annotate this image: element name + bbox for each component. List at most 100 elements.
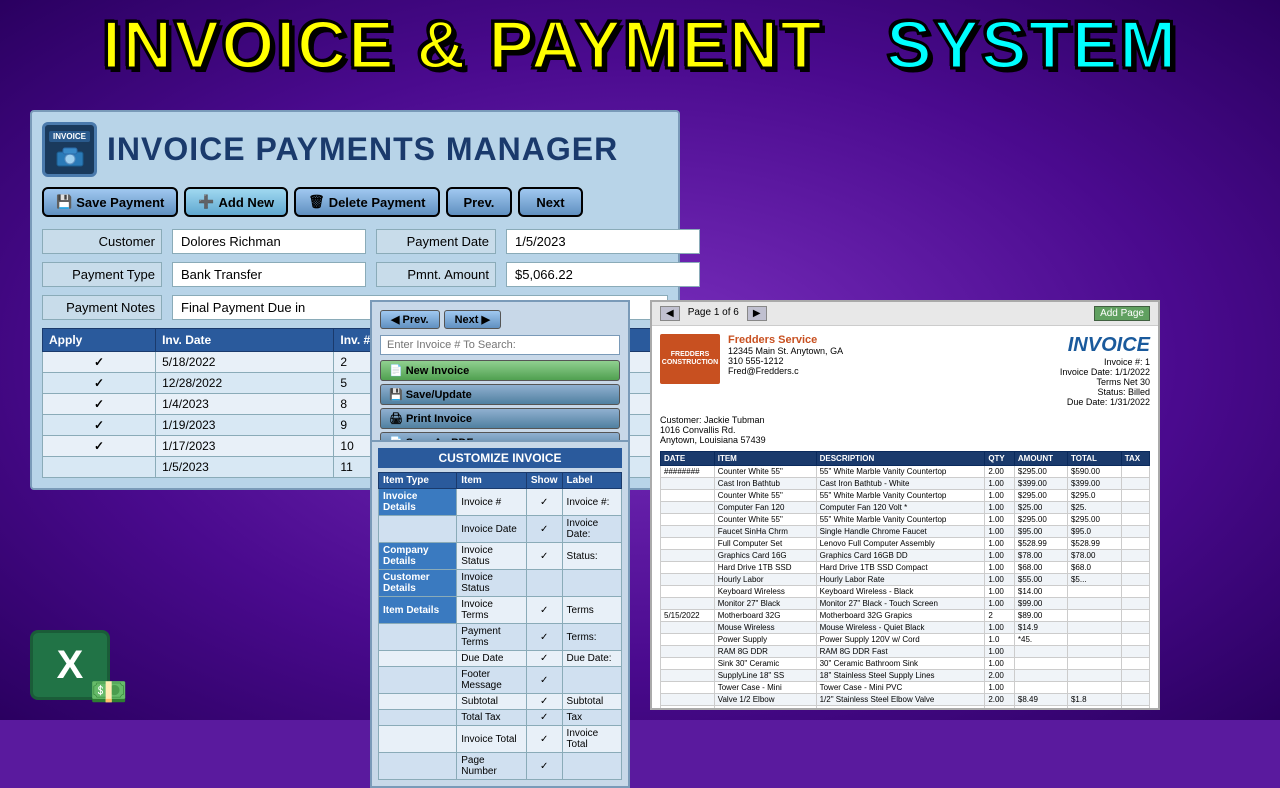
li-item: Full Computer Set <box>714 538 816 550</box>
invoice-search-input[interactable] <box>380 335 620 355</box>
li-date <box>661 526 715 538</box>
line-item-row: Counter White 55" 55" White Marble Vanit… <box>661 490 1150 502</box>
new-invoice-button[interactable]: 📄 New Invoice <box>380 360 620 381</box>
li-item: Counter White 55" <box>714 466 816 478</box>
col-item: Item <box>457 473 527 489</box>
li-desc: Motherboard 32G Grapics <box>816 610 985 622</box>
li-qty: 2 <box>985 610 1015 622</box>
customer-block: Customer: Jackie Tubman 1016 Convallis R… <box>660 415 1150 445</box>
customize-row: Footer Message ✓ <box>379 667 622 694</box>
next-button[interactable]: Next <box>518 187 582 217</box>
li-item: Motherboard 32G <box>714 610 816 622</box>
cust-item-cell: Invoice Total <box>457 726 527 753</box>
customize-row: Page Number ✓ <box>379 753 622 780</box>
inv-status-val: Billed <box>1128 387 1150 397</box>
line-item-row: Tower Case - Mini Tower Case - Mini PVC … <box>661 682 1150 694</box>
li-qty: 1.00 <box>985 526 1015 538</box>
save-update-button[interactable]: 💾 Save/Update <box>380 384 620 405</box>
cust-item-cell: Page Number <box>457 753 527 780</box>
li-total <box>1067 622 1121 634</box>
li-desc: Mouse Wireless - Quiet Black <box>816 622 985 634</box>
pmnt-amount-input[interactable] <box>506 262 700 287</box>
money-icon: 💵 <box>90 675 127 710</box>
li-amount <box>1014 670 1067 682</box>
li-date <box>661 670 715 682</box>
li-tax <box>1121 682 1149 694</box>
payment-notes-label: Payment Notes <box>42 295 162 320</box>
new-invoice-label: New Invoice <box>406 365 470 377</box>
li-qty: 1.00 <box>985 706 1015 711</box>
li-item: Keyboard Wireless <box>714 586 816 598</box>
li-tax <box>1121 514 1149 526</box>
prev-button[interactable]: Prev. <box>446 187 513 217</box>
cust-item-cell: Total Tax <box>457 710 527 726</box>
customer-label: Customer <box>42 229 162 254</box>
add-page-button[interactable]: Add Page <box>1094 306 1150 321</box>
new-invoice-icon: 📄 <box>389 364 403 377</box>
li-date: 5/15/2022 <box>661 610 715 622</box>
cust-type-cell: Invoice Details <box>379 489 457 516</box>
li-amount: $14.9 <box>1014 622 1067 634</box>
line-item-row: Valve 1/2 Elbow 1/2" Stainless Steel Elb… <box>661 694 1150 706</box>
li-desc: Graphics Card 16GB DD <box>816 550 985 562</box>
line-item-row: ######## Counter White 55" 55" White Mar… <box>661 466 1150 478</box>
li-item: Faucet SinHa Chrm <box>714 526 816 538</box>
customer-label-doc: Customer: Jackie Tubman <box>660 415 1150 425</box>
li-total: $5... <box>1067 574 1121 586</box>
line-item-row: Graphics Card 16G Graphics Card 16GB DD … <box>661 550 1150 562</box>
print-invoice-button[interactable]: 🖨 Print Invoice <box>380 408 620 429</box>
inv-status-label: Status: <box>1097 387 1125 397</box>
doc-next-button[interactable]: ▶ <box>747 306 767 321</box>
cust-type-cell <box>379 624 457 651</box>
customer-input[interactable] <box>172 229 366 254</box>
li-tax <box>1121 598 1149 610</box>
cust-type-cell <box>379 710 457 726</box>
cust-label-cell <box>562 753 621 780</box>
li-qty: 2.00 <box>985 694 1015 706</box>
col-show: Show <box>526 473 562 489</box>
inv-status-detail: Status: Billed <box>1060 387 1150 397</box>
line-item-row: 5/15/2022 Motherboard 32G Motherboard 32… <box>661 610 1150 622</box>
li-date <box>661 598 715 610</box>
li-desc: 55" White Marble Vanity Countertop <box>816 514 985 526</box>
line-item-row: Hourly Labor Hourly Labor Rate 1.00 $55.… <box>661 574 1150 586</box>
li-amount: $8.49 <box>1014 694 1067 706</box>
excel-x-icon: X <box>57 643 84 688</box>
inv-terms-val: Net 30 <box>1123 377 1150 387</box>
customize-row: Item Details Invoice Terms ✓ Terms <box>379 597 622 624</box>
li-desc: RAM 8G DDR Fast <box>816 646 985 658</box>
li-desc: Power Supply 120V w/ Cord <box>816 634 985 646</box>
payment-type-row: Payment Type Pmnt. Amount <box>42 262 668 287</box>
search-prev-button[interactable]: ◀ Prev. <box>380 310 440 329</box>
payment-type-input[interactable] <box>172 262 366 287</box>
li-amount: $95.00 <box>1014 526 1067 538</box>
delete-payment-button[interactable]: 🗑 Delete Payment <box>294 187 439 217</box>
doc-prev-button[interactable]: ◀ <box>660 306 680 321</box>
cust-show-cell: ✓ <box>526 543 562 570</box>
li-tax <box>1121 538 1149 550</box>
li-qty: 1.00 <box>985 682 1015 694</box>
line-item-row: Keyboard Wireless Keyboard Wireless - Bl… <box>661 586 1150 598</box>
col-apply: Apply <box>43 329 156 352</box>
li-qty: 1.00 <box>985 502 1015 514</box>
doc-body: FREDDERSCONSTRUCTION Fredders Service 12… <box>652 326 1158 710</box>
customize-row: Invoice Date ✓ Invoice Date: <box>379 516 622 543</box>
li-tax <box>1121 478 1149 490</box>
cust-item-cell: Footer Message <box>457 667 527 694</box>
li-total: $78.00 <box>1067 550 1121 562</box>
cust-item-cell: Invoice Status <box>457 570 527 597</box>
payment-date-input[interactable] <box>506 229 700 254</box>
cust-show-cell: ✓ <box>526 667 562 694</box>
add-new-button[interactable]: ➕ Add New <box>184 187 288 217</box>
search-next-button[interactable]: Next ▶ <box>444 310 501 329</box>
li-item: Tower Case - Mini <box>714 682 816 694</box>
inv-due-label: Due Date: <box>1067 397 1108 407</box>
li-item: Mouse Wireless <box>714 622 816 634</box>
save-payment-button[interactable]: 💾 Save Payment <box>42 187 178 217</box>
doc-top: FREDDERSCONSTRUCTION Fredders Service 12… <box>660 334 1150 407</box>
cust-show-cell: ✓ <box>526 694 562 710</box>
cust-item-cell: Subtotal <box>457 694 527 710</box>
li-total: $295.00 <box>1067 514 1121 526</box>
li-qty: 1.00 <box>985 538 1015 550</box>
li-date <box>661 682 715 694</box>
